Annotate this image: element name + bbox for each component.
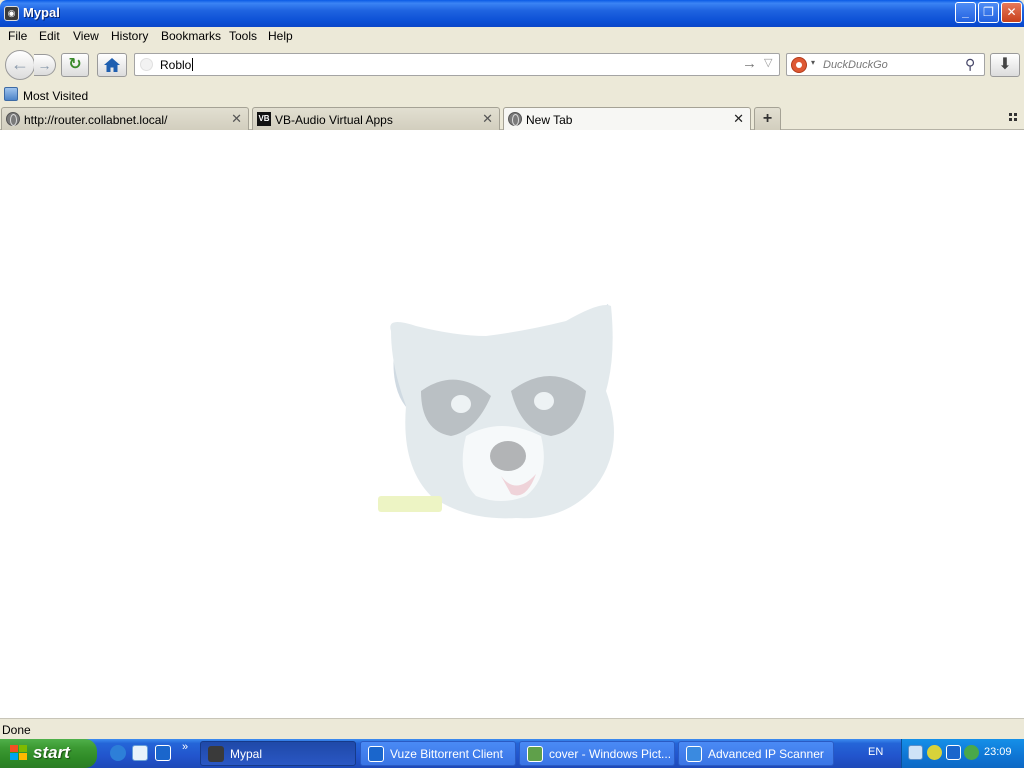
tab-new-tab[interactable]: New Tab ✕ bbox=[503, 107, 751, 131]
task-vuze[interactable]: Vuze Bittorrent Client bbox=[360, 741, 516, 766]
reload-icon: ↻ bbox=[68, 56, 82, 73]
mypal-app-icon[interactable]: ◉ bbox=[4, 6, 19, 21]
url-input-text: Roblo bbox=[160, 58, 192, 72]
reload-button[interactable]: ↻ bbox=[61, 53, 89, 77]
downloads-button[interactable]: ⬇ bbox=[990, 53, 1020, 77]
menu-file[interactable]: File bbox=[8, 29, 27, 43]
go-arrow-icon[interactable]: → bbox=[742, 55, 757, 72]
mypal-icon bbox=[208, 746, 224, 762]
download-arrow-icon: ⬇ bbox=[998, 56, 1012, 73]
bookmarks-toolbar: Most Visited bbox=[0, 84, 1024, 106]
site-identity-icon[interactable] bbox=[140, 58, 153, 71]
quicklaunch-more-icon[interactable]: » bbox=[182, 741, 188, 753]
list-all-tabs-icon[interactable] bbox=[1009, 113, 1019, 123]
vuze-quicklaunch-icon[interactable] bbox=[155, 745, 171, 761]
menu-history[interactable]: History bbox=[111, 29, 148, 43]
task-label: Advanced IP Scanner bbox=[708, 747, 824, 761]
text-caret bbox=[192, 58, 194, 71]
duckduckgo-icon[interactable] bbox=[791, 57, 807, 73]
tab-close-icon[interactable]: ✕ bbox=[231, 111, 242, 127]
navigation-toolbar: ← → ↻ Roblo → ▽ ▾ DuckDuckGo ⚲ ⬇ bbox=[0, 46, 1024, 84]
most-visited-folder-icon[interactable] bbox=[4, 87, 18, 101]
maximize-button[interactable]: ❐ bbox=[978, 2, 999, 23]
task-label: Mypal bbox=[230, 747, 263, 761]
close-button[interactable]: ✕ bbox=[1001, 2, 1022, 23]
task-mypal[interactable]: Mypal bbox=[200, 741, 356, 766]
menu-bookmarks[interactable]: Bookmarks bbox=[161, 29, 221, 43]
menu-edit[interactable]: Edit bbox=[39, 29, 60, 43]
search-input[interactable]: DuckDuckGo bbox=[823, 59, 888, 71]
most-visited-bookmark[interactable]: Most Visited bbox=[23, 89, 88, 103]
taskbar: start » Mypal Vuze Bittorrent Client cov… bbox=[0, 739, 1024, 768]
ip-scanner-icon bbox=[686, 746, 702, 762]
tab-label: VB-Audio Virtual Apps bbox=[275, 113, 393, 127]
window-title: Mypal bbox=[23, 5, 60, 20]
new-tab-button[interactable]: + bbox=[754, 107, 781, 130]
forward-arrow-icon: → bbox=[37, 57, 52, 73]
network-icon[interactable] bbox=[908, 745, 923, 760]
menu-tools[interactable]: Tools bbox=[229, 29, 257, 43]
task-windows-picture-viewer[interactable]: cover - Windows Pict... bbox=[519, 741, 675, 766]
minimize-button[interactable]: _ bbox=[955, 2, 976, 23]
status-text: Done bbox=[2, 723, 31, 737]
search-icon[interactable]: ⚲ bbox=[965, 56, 975, 73]
plus-icon: + bbox=[762, 110, 773, 127]
back-button[interactable]: ← bbox=[5, 50, 35, 80]
vb-audio-icon: VB bbox=[257, 112, 271, 126]
menu-view[interactable]: View bbox=[73, 29, 99, 43]
home-button[interactable] bbox=[97, 53, 127, 77]
forward-button[interactable]: → bbox=[34, 54, 56, 76]
clock[interactable]: 23:09 bbox=[984, 746, 1012, 758]
url-history-dropdown-icon[interactable]: ▽ bbox=[764, 56, 772, 69]
status-bar: Done bbox=[0, 718, 1024, 739]
globe-icon bbox=[508, 112, 522, 126]
search-bar[interactable]: ▾ DuckDuckGo ⚲ bbox=[786, 53, 985, 76]
tab-router[interactable]: http://router.collabnet.local/ ✕ bbox=[1, 107, 249, 130]
start-button[interactable]: start bbox=[0, 739, 97, 768]
title-bar: ◉ Mypal _ ❐ ✕ bbox=[0, 0, 1024, 27]
back-arrow-icon: ← bbox=[11, 54, 29, 74]
search-engine-dropdown-icon[interactable]: ▾ bbox=[811, 58, 815, 67]
security-shield-icon[interactable] bbox=[964, 745, 979, 760]
start-label: start bbox=[33, 743, 70, 762]
tab-label: New Tab bbox=[526, 113, 573, 127]
language-indicator[interactable]: EN bbox=[868, 746, 883, 758]
windows-logo-icon bbox=[10, 745, 28, 762]
page-content[interactable] bbox=[0, 130, 1024, 718]
show-desktop-icon[interactable] bbox=[132, 745, 148, 761]
url-bar[interactable]: Roblo → ▽ bbox=[134, 53, 780, 76]
tray-app-icon[interactable] bbox=[927, 745, 942, 760]
home-icon bbox=[104, 58, 120, 72]
tab-close-icon[interactable]: ✕ bbox=[733, 111, 744, 127]
tab-strip: http://router.collabnet.local/ ✕ VB VB-A… bbox=[0, 106, 1024, 131]
vuze-icon bbox=[368, 746, 384, 762]
picture-viewer-icon bbox=[527, 746, 543, 762]
tab-label: http://router.collabnet.local/ bbox=[24, 113, 168, 127]
raccoon-logo-image bbox=[378, 304, 614, 519]
system-tray: 23:09 bbox=[901, 739, 1024, 768]
internet-explorer-icon[interactable] bbox=[110, 745, 126, 761]
vuze-tray-icon[interactable] bbox=[946, 745, 961, 760]
tab-vb-audio[interactable]: VB VB-Audio Virtual Apps ✕ bbox=[252, 107, 500, 130]
task-label: cover - Windows Pict... bbox=[549, 747, 672, 761]
menu-bar: File Edit View History Bookmarks Tools H… bbox=[0, 27, 1024, 46]
menu-help[interactable]: Help bbox=[268, 29, 293, 43]
globe-icon bbox=[6, 112, 20, 126]
url-input[interactable]: Roblo bbox=[160, 58, 194, 72]
task-advanced-ip-scanner[interactable]: Advanced IP Scanner bbox=[678, 741, 834, 766]
tab-close-icon[interactable]: ✕ bbox=[482, 111, 493, 127]
task-label: Vuze Bittorrent Client bbox=[390, 747, 503, 761]
